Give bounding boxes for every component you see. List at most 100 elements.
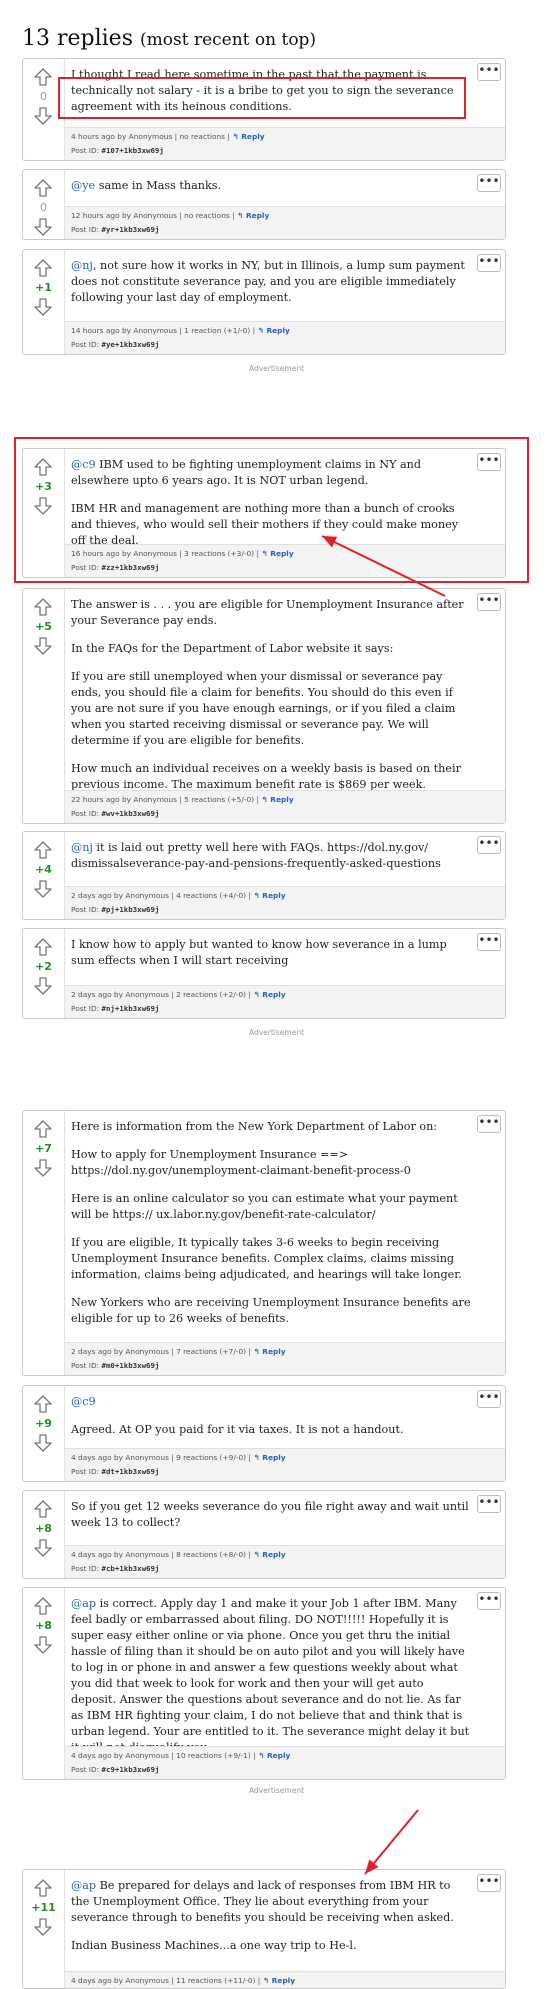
up-vote-icon[interactable] <box>33 1394 53 1414</box>
reply-button[interactable]: ↰ Reply <box>255 326 290 335</box>
reply-paragraph: Here is an online calculator so you can … <box>71 1191 471 1223</box>
more-options-icon[interactable]: ••• <box>477 254 501 272</box>
reply-button[interactable]: ↰ Reply <box>259 795 294 804</box>
reply-card: +9 @c9 Agreed. At OP you paid for it via t… <box>22 1385 506 1482</box>
reply-button[interactable]: ↰ Reply <box>251 1347 285 1356</box>
up-vote-icon[interactable] <box>33 1499 53 1519</box>
annotation-arrow <box>364 1809 419 1875</box>
mention-link[interactable]: @ye <box>71 179 95 192</box>
more-options-icon[interactable]: ••• <box>477 836 501 854</box>
reply-icon: ↰ <box>257 326 264 335</box>
more-options-icon[interactable]: ••• <box>477 1390 501 1408</box>
down-vote-icon[interactable] <box>33 297 53 317</box>
down-vote-icon[interactable] <box>33 217 53 237</box>
reply-meta: 4 days ago by Anonymous | 11 reactions (… <box>65 1971 505 1988</box>
mention-link[interactable]: @nj <box>71 259 93 272</box>
reply-button[interactable]: ↰ Reply <box>251 1453 286 1462</box>
reply-body: So if you get 12 weeks severance do you … <box>71 1499 471 1543</box>
up-vote-icon[interactable] <box>33 67 53 87</box>
vote-column: +9 <box>23 1386 65 1481</box>
reply-icon: ↰ <box>253 1550 260 1559</box>
down-vote-icon[interactable] <box>33 1158 53 1178</box>
down-vote-icon[interactable] <box>33 1635 53 1655</box>
annotation-box <box>58 77 466 119</box>
meta-text: 2 days ago by Anonymous | 2 reactions (+… <box>71 990 251 999</box>
post-id-value: #wv+1kb3xw69j <box>101 809 160 818</box>
more-options-icon[interactable]: ••• <box>477 593 501 611</box>
more-options-icon[interactable]: ••• <box>477 174 501 192</box>
up-vote-icon[interactable] <box>33 937 53 957</box>
up-vote-icon[interactable] <box>33 1119 53 1139</box>
vote-column: +5 <box>23 589 65 823</box>
reply-button[interactable]: ↰ Reply <box>256 1751 290 1760</box>
reply-text: Here is information from the New York De… <box>71 1120 438 1133</box>
reply-icon: ↰ <box>253 891 260 900</box>
reply-paragraph: @ap is correct. Apply day 1 and make it … <box>71 1596 471 1756</box>
post-id-label: Post ID: <box>71 905 102 914</box>
vote-score: +8 <box>35 1522 52 1535</box>
reply-button-label: Reply <box>271 1976 296 1985</box>
reply-meta: 2 days ago by Anonymous | 7 reactions (+… <box>65 1342 505 1375</box>
down-vote-icon[interactable] <box>33 976 53 996</box>
reply-button[interactable]: ↰ Reply <box>251 990 285 999</box>
reply-text: same in Mass thanks. <box>95 179 222 192</box>
reply-paragraph: @ye same in Mass thanks. <box>71 178 471 194</box>
up-vote-icon[interactable] <box>33 1878 53 1898</box>
meta-line: 4 days ago by Anonymous | 11 reactions (… <box>71 1976 295 1985</box>
meta-text: 4 hours ago by Anonymous | no reactions … <box>71 132 230 141</box>
down-vote-icon[interactable] <box>33 1917 53 1937</box>
more-options-icon[interactable]: ••• <box>477 1115 501 1133</box>
reply-button-label: Reply <box>262 1550 286 1559</box>
reply-button[interactable]: ↰ Reply <box>260 1976 295 1985</box>
down-vote-icon[interactable] <box>33 879 53 899</box>
post-id-line: Post ID: #c9+1kb3xw69j <box>71 1765 159 1774</box>
mention-link[interactable]: @nj <box>71 841 93 854</box>
reply-text: The answer is . . . you are eligible for… <box>71 598 464 627</box>
more-options-icon[interactable]: ••• <box>477 1874 501 1892</box>
down-vote-icon[interactable] <box>33 1433 53 1453</box>
mention-link[interactable]: @ap <box>71 1879 96 1892</box>
down-vote-icon[interactable] <box>33 1538 53 1558</box>
reply-text: I know how to apply but wanted to know h… <box>71 938 447 967</box>
up-vote-icon[interactable] <box>33 597 53 617</box>
vote-column: +11 <box>23 1870 65 1988</box>
reply-button[interactable]: ↰ Reply <box>235 211 269 220</box>
mention-link[interactable]: @c9 <box>71 1395 96 1408</box>
reply-text: In the FAQs for the Department of Labor … <box>71 642 394 655</box>
post-id-value: #pj+1kb3xw69j <box>101 905 160 914</box>
up-vote-icon[interactable] <box>33 178 53 198</box>
reply-text: it is laid out pretty well here with FAQ… <box>71 841 441 870</box>
reply-button[interactable]: ↰ Reply <box>251 1550 286 1559</box>
post-id-label: Post ID: <box>71 1765 102 1774</box>
up-vote-icon[interactable] <box>33 1596 53 1616</box>
vote-score: +9 <box>35 1417 52 1430</box>
reply-text: is correct. Apply day 1 and make it your… <box>71 1597 470 1754</box>
post-id-label: Post ID: <box>71 146 102 155</box>
reply-paragraph: New Yorkers who are receiving Unemployme… <box>71 1295 471 1327</box>
reply-button-label: Reply <box>262 1453 286 1462</box>
more-options-icon[interactable]: ••• <box>477 63 501 81</box>
meta-text: 4 days ago by Anonymous | 9 reactions (+… <box>71 1453 251 1462</box>
meta-text: 14 hours ago by Anonymous | 1 reaction (… <box>71 326 256 335</box>
reply-button[interactable]: ↰ Reply <box>230 132 264 141</box>
down-vote-icon[interactable] <box>33 636 53 656</box>
mention-link[interactable]: @ap <box>71 1597 96 1610</box>
more-options-icon[interactable]: ••• <box>477 1592 501 1610</box>
up-vote-icon[interactable] <box>33 258 53 278</box>
post-id-line: Post ID: #yr+1kb3xw69j <box>71 225 159 234</box>
vote-column: +1 <box>23 250 65 354</box>
reply-icon: ↰ <box>262 1976 270 1985</box>
reply-paragraph: If you are still unemployed when your di… <box>71 669 471 749</box>
reply-text: How much an individual receives on a wee… <box>71 762 461 791</box>
more-options-icon[interactable]: ••• <box>477 1495 501 1513</box>
up-vote-icon[interactable] <box>33 840 53 860</box>
reply-icon: ↰ <box>258 1751 265 1760</box>
reply-meta: 2 days ago by Anonymous | 4 reactions (+… <box>65 886 505 919</box>
more-options-icon[interactable]: ••• <box>477 933 501 951</box>
post-id-label: Post ID: <box>71 809 102 818</box>
reply-paragraph: Here is information from the New York De… <box>71 1119 471 1135</box>
meta-line: 2 days ago by Anonymous | 2 reactions (+… <box>71 990 286 999</box>
down-vote-icon[interactable] <box>33 106 53 126</box>
reply-button[interactable]: ↰ Reply <box>251 891 285 900</box>
reply-button-label: Reply <box>266 326 290 335</box>
